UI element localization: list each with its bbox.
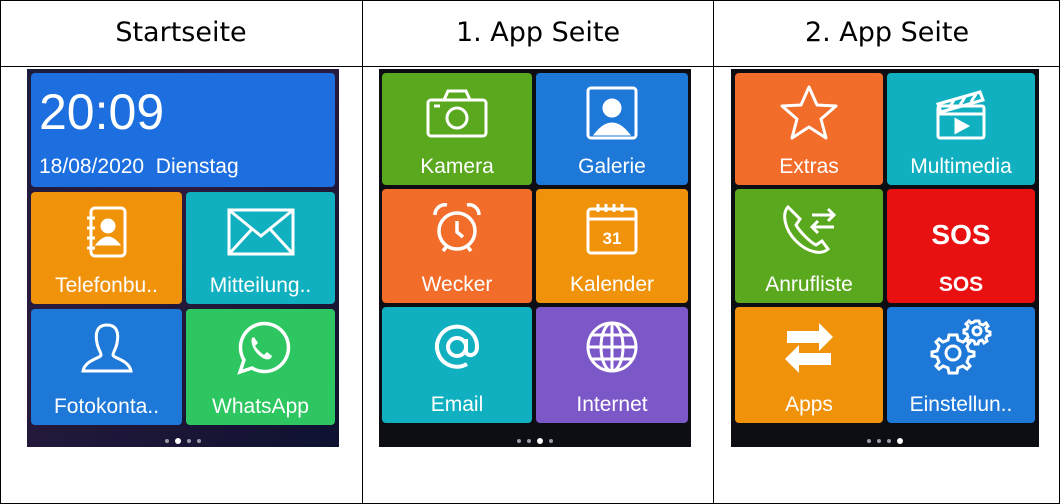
tile-label: Kamera — [420, 155, 494, 178]
tile-label: Wecker — [421, 273, 493, 296]
call-log-icon — [735, 197, 883, 261]
envelope-icon — [186, 200, 335, 264]
page-dot — [867, 439, 871, 443]
star-icon — [735, 81, 883, 145]
page-dot — [517, 439, 521, 443]
sos-icon: SOS — [931, 219, 991, 250]
tile-label: Anrufliste — [765, 273, 853, 296]
page-dot-active — [537, 438, 543, 444]
column-title-app-page-2: 2. App Seite — [804, 17, 970, 48]
alarm-clock-icon — [382, 197, 532, 261]
page-dot — [877, 439, 881, 443]
column-title-home: Startseite — [115, 17, 247, 48]
tile-label: Multimedia — [910, 155, 1012, 178]
tile-internet[interactable]: Internet — [536, 307, 688, 423]
date-text: 18/08/2020 — [39, 155, 145, 178]
phonebook-icon — [31, 200, 182, 264]
tile-email[interactable]: Email — [382, 307, 532, 423]
app-page-2-screen: Extras Multimedia Anrufliste SOS SOS App… — [731, 69, 1039, 447]
column-divider-1 — [362, 0, 363, 504]
tile-kamera[interactable]: Kamera — [382, 73, 532, 185]
gears-icon — [887, 315, 1035, 379]
tile-label: Apps — [785, 393, 833, 416]
weekday-text: Dienstag — [155, 155, 239, 178]
column-divider-2 — [713, 0, 714, 504]
tile-label: Telefonbu.. — [55, 274, 158, 297]
page-dot — [197, 439, 201, 443]
tile-label: Kalender — [569, 273, 655, 296]
at-sign-icon — [382, 315, 532, 379]
tile-fotokontakte[interactable]: Fotokonta.. — [31, 309, 182, 425]
tile-label: WhatsApp — [212, 395, 309, 418]
tile-whatsapp[interactable]: WhatsApp — [186, 309, 335, 425]
page-dot-active — [175, 438, 181, 444]
clock-widget[interactable]: 20:09 18/08/2020 Dienstag — [31, 73, 335, 187]
whatsapp-icon — [186, 317, 335, 381]
tile-label: SOS — [938, 273, 984, 296]
page-dot — [527, 439, 531, 443]
clapperboard-icon — [887, 81, 1035, 145]
tile-mitteilungen[interactable]: Mitteilung.. — [186, 192, 335, 304]
page-dot — [887, 439, 891, 443]
tile-einstellungen[interactable]: Einstellun.. — [887, 307, 1035, 423]
tile-label: Extras — [779, 155, 839, 178]
tile-multimedia[interactable]: Multimedia — [887, 73, 1035, 185]
page-dot — [187, 439, 191, 443]
gallery-icon — [536, 81, 688, 145]
tile-galerie[interactable]: Galerie — [536, 73, 688, 185]
tile-label: Fotokonta.. — [53, 395, 160, 418]
tile-label: Internet — [576, 393, 648, 416]
tile-extras[interactable]: Extras — [735, 73, 883, 185]
tile-wecker[interactable]: Wecker — [382, 189, 532, 303]
calendar-icon: 31 — [536, 197, 688, 261]
header-divider — [0, 66, 1060, 67]
tile-label: Galerie — [578, 155, 646, 178]
page-indicator — [731, 437, 1039, 445]
person-icon — [31, 317, 182, 381]
column-title-app-page-1: 1. App Seite — [455, 17, 621, 48]
page-dot-active — [897, 438, 903, 444]
app-page-1-screen: Kamera Galerie Wecker 31 Kalender Email … — [379, 69, 691, 447]
clock-time: 20:09 — [39, 84, 165, 140]
page-indicator — [379, 437, 691, 445]
globe-icon — [536, 315, 688, 379]
page-dot — [549, 439, 553, 443]
tile-label: Einstellun.. — [909, 393, 1013, 416]
tile-label: Mitteilung.. — [209, 274, 312, 297]
tile-kalender[interactable]: 31 Kalender — [536, 189, 688, 303]
tile-sos[interactable]: SOS SOS — [887, 189, 1035, 303]
clock-date: 18/08/2020 Dienstag — [39, 155, 239, 179]
camera-icon — [382, 81, 532, 145]
swap-arrows-icon — [735, 315, 883, 379]
tile-label: Email — [430, 393, 484, 416]
page-dot — [165, 439, 169, 443]
tile-anrufliste[interactable]: Anrufliste — [735, 189, 883, 303]
home-screen: 20:09 18/08/2020 Dienstag Telefonbu.. Mi… — [27, 69, 339, 447]
tile-apps[interactable]: Apps — [735, 307, 883, 423]
page-indicator — [27, 437, 339, 445]
calendar-day: 31 — [603, 229, 622, 248]
tile-telefonbuch[interactable]: Telefonbu.. — [31, 192, 182, 304]
